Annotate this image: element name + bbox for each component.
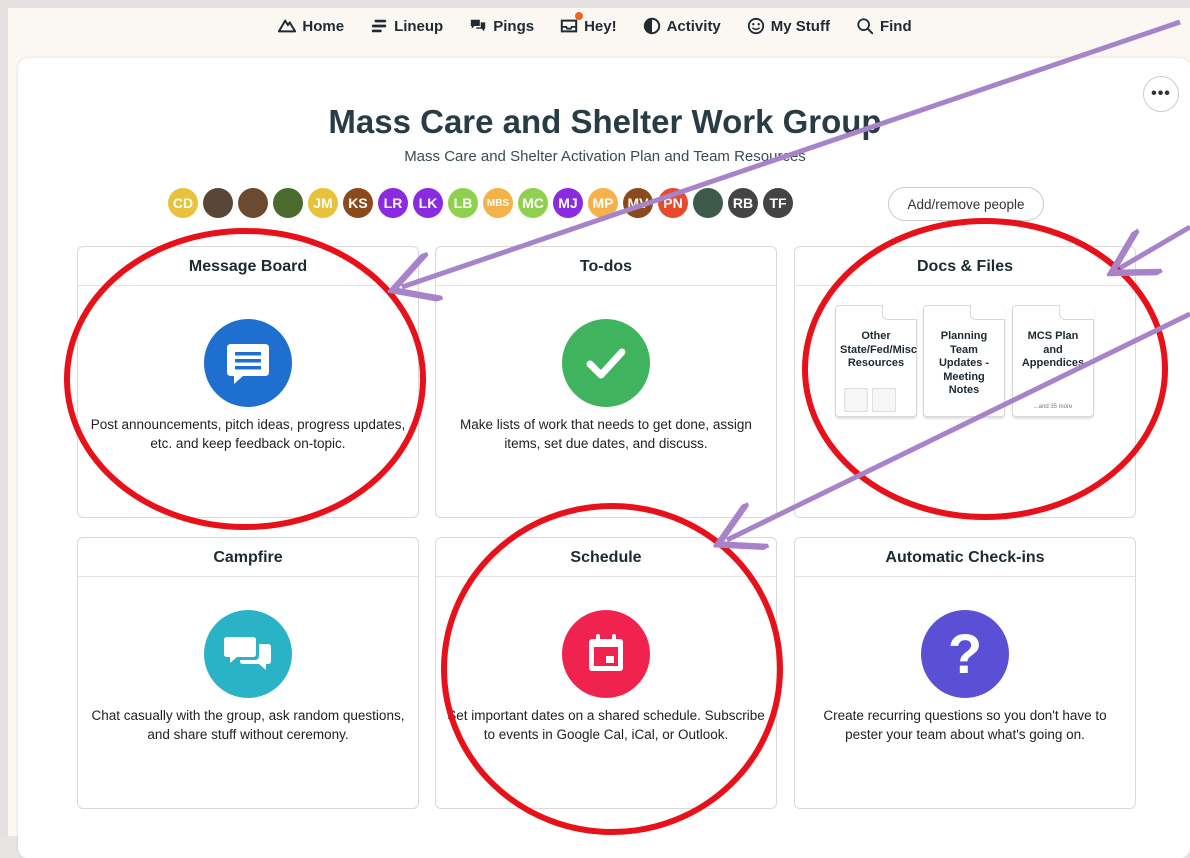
project-title: Mass Care and Shelter Work Group bbox=[328, 103, 882, 140]
nav-my-stuff[interactable]: My Stuff bbox=[747, 14, 830, 38]
tool-title: Campfire bbox=[78, 538, 418, 577]
avatar[interactable]: MJ bbox=[553, 188, 583, 218]
question-mark-icon: ? bbox=[921, 610, 1009, 698]
nav-lineup-label: Lineup bbox=[394, 17, 444, 35]
calendar-icon bbox=[562, 610, 650, 698]
avatar-photo[interactable] bbox=[693, 188, 723, 218]
avatar[interactable]: MV bbox=[623, 188, 653, 218]
tool-title: Message Board bbox=[78, 247, 418, 286]
nav-my-stuff-label: My Stuff bbox=[770, 17, 830, 35]
nav-hey[interactable]: Hey! bbox=[560, 12, 617, 38]
add-remove-people-button[interactable]: Add/remove people bbox=[888, 187, 1044, 221]
tool-title: Automatic Check-ins bbox=[795, 538, 1135, 577]
folder-tab bbox=[882, 305, 917, 320]
hey-inbox-icon bbox=[560, 19, 578, 33]
nav-find-label: Find bbox=[879, 17, 912, 35]
ellipsis-icon: ••• bbox=[1151, 85, 1171, 102]
smiley-icon bbox=[747, 17, 764, 35]
people-avatars: CD JM KS LR LK LB MBS MC MJ MP MV PN RB TF bbox=[168, 188, 793, 218]
tool-schedule[interactable]: Schedule Set important dates on a shared… bbox=[435, 537, 777, 809]
nav-hey-label: Hey! bbox=[584, 17, 617, 35]
tool-description: Create recurring questions so you don't … bbox=[823, 708, 1107, 742]
tool-description: Post announcements, pitch ideas, progres… bbox=[90, 417, 406, 451]
avatar[interactable]: MP bbox=[588, 188, 618, 218]
folder[interactable]: Planning Team Updates - Meeting Notes bbox=[923, 305, 1005, 417]
folder[interactable]: Other State/Fed/Misc Resources bbox=[835, 305, 917, 417]
folder-name: MCS Plan and Appendices bbox=[1021, 330, 1085, 369]
avatar-photo[interactable] bbox=[273, 188, 303, 218]
home-mountain-icon bbox=[278, 19, 297, 33]
window-frame-top bbox=[0, 0, 1190, 8]
nav-pings-label: Pings bbox=[493, 17, 535, 35]
avatar[interactable]: LR bbox=[378, 188, 408, 218]
nav-pings[interactable]: Pings bbox=[469, 14, 534, 38]
folder-more-count: ...and 35 more bbox=[1033, 404, 1073, 410]
tool-docs-files[interactable]: Docs & Files Other State/Fed/Misc Resour… bbox=[794, 246, 1136, 518]
activity-icon bbox=[643, 17, 660, 35]
project-subtitle: Mass Care and Shelter Activation Plan an… bbox=[404, 148, 806, 165]
lineup-icon bbox=[371, 19, 387, 33]
file-thumbnail bbox=[872, 388, 896, 412]
tool-campfire[interactable]: Campfire Chat casually with the group, a… bbox=[77, 537, 419, 809]
question-glyph: ? bbox=[947, 622, 983, 685]
tool-automatic-checkins[interactable]: Automatic Check-ins ? Create recurring q… bbox=[794, 537, 1136, 809]
nav-activity-label: Activity bbox=[666, 17, 721, 35]
avatar[interactable]: TF bbox=[763, 188, 793, 218]
folder-name: Other State/Fed/Misc Resources bbox=[840, 330, 918, 369]
avatar[interactable]: MBS bbox=[483, 188, 513, 218]
tool-description: Make lists of work that needs to get don… bbox=[460, 417, 752, 451]
avatar[interactable]: JM bbox=[308, 188, 338, 218]
nav-lineup[interactable]: Lineup bbox=[370, 14, 443, 38]
notification-dot bbox=[575, 12, 584, 20]
message-board-icon bbox=[204, 319, 292, 407]
campfire-chat-icon bbox=[204, 610, 292, 698]
tool-description: Chat casually with the group, ask random… bbox=[91, 708, 405, 742]
tool-description: Set important dates on a shared schedule… bbox=[447, 708, 765, 742]
search-icon bbox=[857, 18, 874, 35]
avatar[interactable]: PN bbox=[658, 188, 688, 218]
avatar-photo[interactable] bbox=[203, 188, 233, 218]
nav-find[interactable]: Find bbox=[856, 14, 912, 38]
tool-title: To-dos bbox=[436, 247, 776, 286]
nav-activity[interactable]: Activity bbox=[643, 14, 721, 38]
tool-title: Docs & Files bbox=[795, 247, 1135, 286]
nav-home-label: Home bbox=[302, 17, 345, 35]
avatar[interactable]: LB bbox=[448, 188, 478, 218]
checkmark-icon bbox=[562, 319, 650, 407]
avatar[interactable]: MC bbox=[518, 188, 548, 218]
top-nav: Home Lineup Pings Hey! Activity My Stuff… bbox=[0, 12, 1190, 38]
tool-message-board[interactable]: Message Board Post announcements, pitch … bbox=[77, 246, 419, 518]
avatar[interactable]: RB bbox=[728, 188, 758, 218]
nav-home[interactable]: Home bbox=[278, 14, 344, 38]
tool-title: Schedule bbox=[436, 538, 776, 577]
avatar-photo[interactable] bbox=[238, 188, 268, 218]
folder[interactable]: MCS Plan and Appendices ...and 35 more bbox=[1012, 305, 1094, 417]
folder-tab bbox=[970, 305, 1005, 320]
pings-chat-icon bbox=[471, 19, 486, 32]
folder-name: Planning Team Updates - Meeting Notes bbox=[938, 330, 990, 396]
file-thumbnail bbox=[844, 388, 868, 412]
folder-tab bbox=[1059, 305, 1094, 320]
avatar[interactable]: LK bbox=[413, 188, 443, 218]
avatar[interactable]: CD bbox=[168, 188, 198, 218]
avatar[interactable]: KS bbox=[343, 188, 373, 218]
tool-todos[interactable]: To-dos Make lists of work that needs to … bbox=[435, 246, 777, 518]
